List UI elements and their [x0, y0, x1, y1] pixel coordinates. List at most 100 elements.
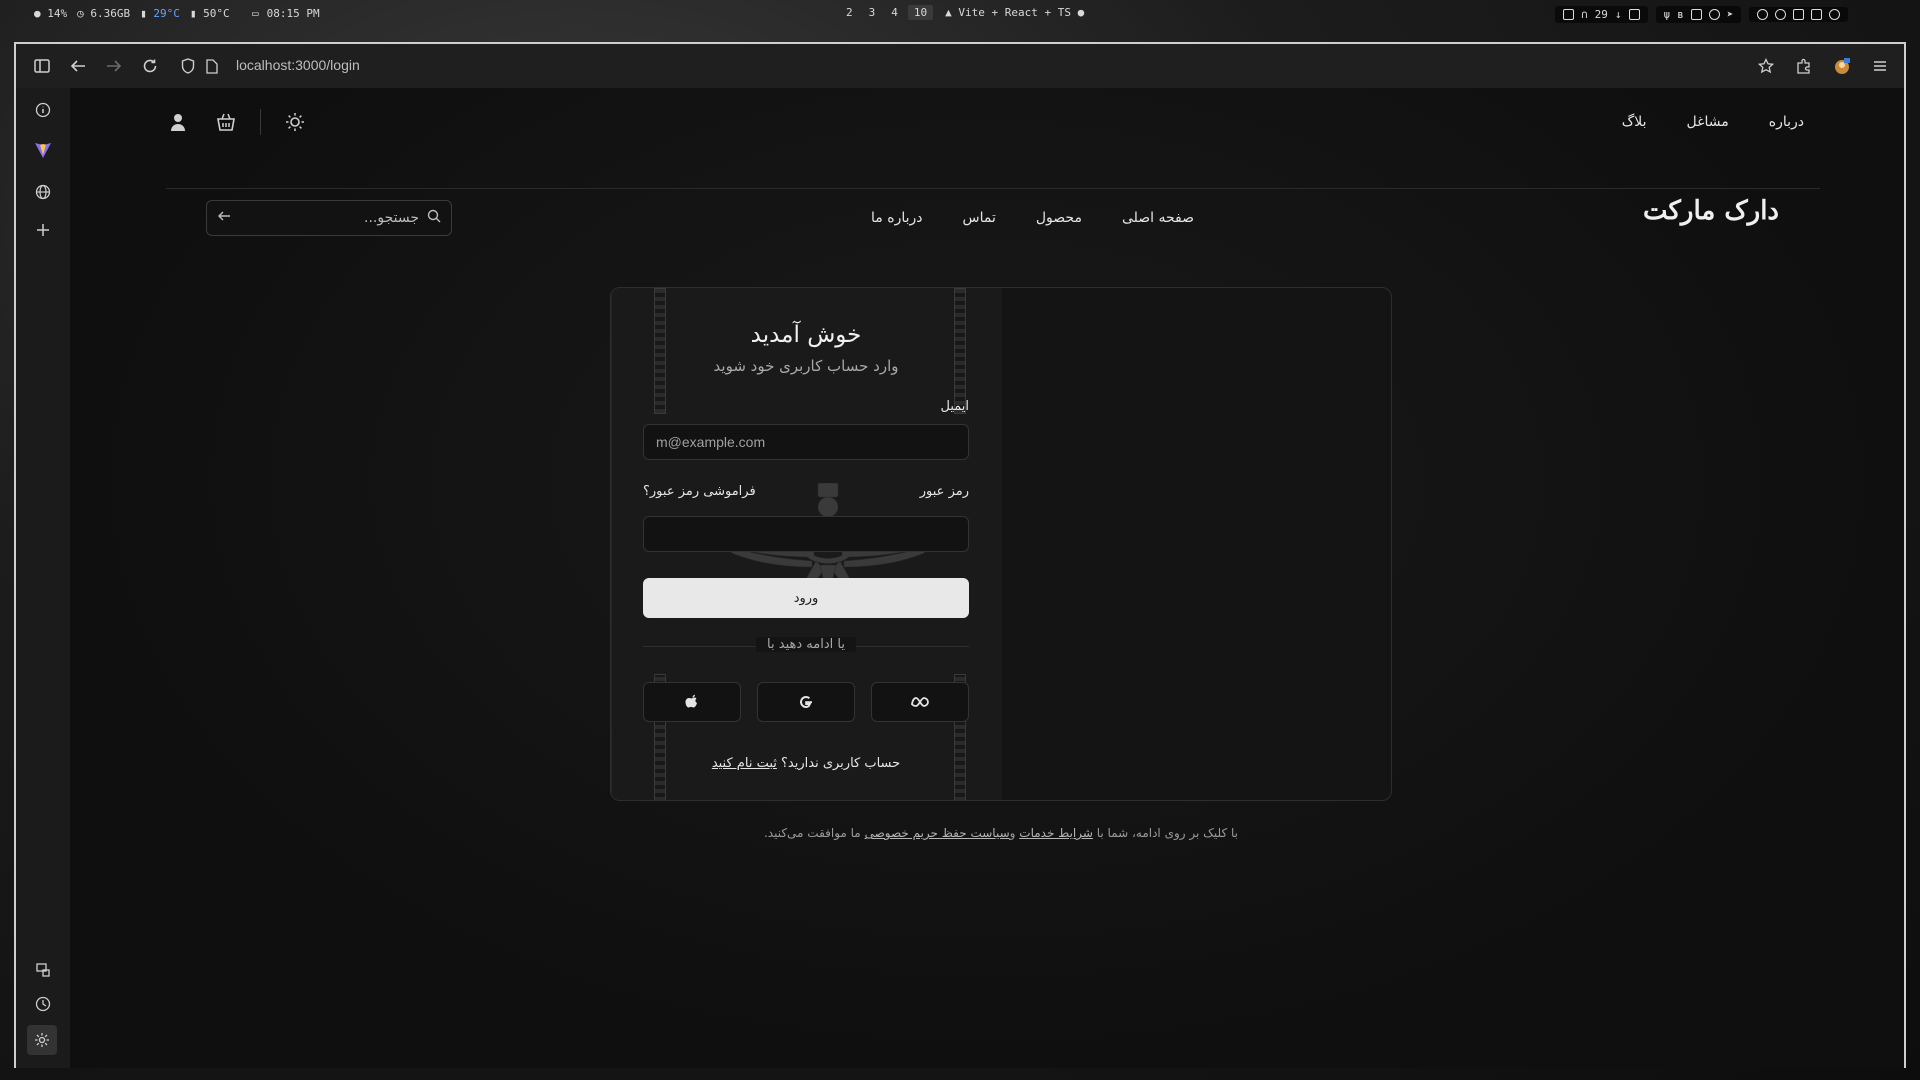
google-icon: [800, 696, 812, 709]
cart-basket-icon[interactable]: [212, 108, 240, 136]
signup-link[interactable]: ثبت نام کنید: [712, 756, 777, 771]
top-links: درباره مشاغل بلاگ: [1622, 114, 1804, 130]
tray-media: ∩ 29 ↓: [1555, 6, 1648, 23]
info-icon[interactable]: [31, 98, 55, 122]
meta-login-button[interactable]: [871, 682, 969, 722]
top-link-careers[interactable]: مشاغل: [1687, 114, 1729, 130]
login-card: خوش آمدید وارد حساب کاربری خود شوید ایمی…: [610, 287, 1392, 801]
shield-icon[interactable]: [176, 54, 200, 78]
search-icon: [427, 209, 441, 227]
settings-gear-icon[interactable]: [27, 1025, 57, 1055]
system-status-bar: ● 14% ◷ 6.36GB ▮ 29°C ▮ 50°C ▭ 08:15 PM …: [0, 0, 1920, 28]
workspace-switcher: 2 3 4 10 ▲ Vite + React + TS ●: [840, 5, 1084, 20]
apple-login-button[interactable]: [643, 682, 741, 722]
usb-icon[interactable]: ψ: [1664, 8, 1671, 21]
brand-logo[interactable]: دارک مارکت: [1643, 196, 1779, 226]
workspace-4[interactable]: 4: [885, 5, 904, 20]
power-icon[interactable]: [1829, 9, 1841, 20]
system-tray: ∩ 29 ↓ ψ ʙ ➤: [1555, 6, 1849, 23]
cpu-temp-value: 50°C: [203, 7, 230, 20]
workspace-3[interactable]: 3: [863, 5, 882, 20]
tray-apps: ψ ʙ ➤: [1655, 6, 1742, 23]
telegram-icon[interactable]: ➤: [1727, 8, 1734, 21]
login-form: خوش آمدید وارد حساب کاربری خود شوید ایمی…: [643, 288, 969, 800]
network-icon[interactable]: [1775, 9, 1787, 20]
user-icon[interactable]: [164, 108, 192, 136]
browser-window: localhost:3000/login درباره مشاغل بلاگ د…: [14, 42, 1906, 1068]
tray-system: [1749, 7, 1849, 22]
extension-avatar-icon[interactable]: [1830, 54, 1854, 78]
history-clock-icon[interactable]: [31, 992, 55, 1016]
terms-notice: با کلیک بر روی ادامه، شما با شرایط خدمات…: [610, 826, 1392, 840]
top-link-about[interactable]: درباره: [1769, 114, 1804, 130]
gpu-temp-value: 29°C: [153, 7, 180, 20]
header-divider: [166, 188, 1820, 189]
forward-arrow-icon[interactable]: [102, 54, 126, 78]
gpu-temp: ▮ 29°C: [140, 7, 180, 20]
system-stats: ● 14% ◷ 6.36GB ▮ 29°C ▮ 50°C: [34, 7, 230, 20]
header-separator: [260, 109, 261, 135]
clipboard-icon[interactable]: [1793, 9, 1805, 20]
reload-icon[interactable]: [138, 54, 162, 78]
memory-value: 6.36GB: [90, 7, 131, 20]
no-account-text: حساب کاربری ندارید؟: [781, 756, 901, 771]
nav-product[interactable]: محصول: [1036, 210, 1082, 226]
terms-of-service-link[interactable]: شرایط خدمات: [1019, 826, 1093, 840]
active-window-title: ▲ Vite + React + TS ●: [945, 6, 1085, 19]
nav-about-us[interactable]: درباره ما: [871, 210, 922, 226]
browser-toolbar: localhost:3000/login: [16, 44, 1904, 88]
page-icon: [200, 54, 224, 78]
login-button[interactable]: ورود: [643, 578, 969, 618]
window-title-text: Vite + React + TS: [958, 6, 1071, 19]
bluetooth-icon[interactable]: ʙ: [1677, 8, 1684, 21]
email-label: ایمیل: [940, 399, 969, 414]
screen-icon[interactable]: [1563, 9, 1574, 20]
vite-icon[interactable]: [31, 138, 55, 162]
extensions-puzzle-icon[interactable]: [1792, 54, 1816, 78]
or-divider-text: یا ادامه دهید با: [756, 637, 856, 652]
main-nav: صفحه اصلی محصول تماس درباره ما: [871, 210, 1194, 226]
sidebar-toggle-icon[interactable]: [30, 54, 54, 78]
clock: ▭ 08:15 PM: [252, 7, 320, 20]
workspace-10[interactable]: 10: [907, 5, 934, 20]
google-login-button[interactable]: [757, 682, 855, 722]
window-icon[interactable]: [1690, 9, 1702, 20]
cpu-temp: ▮ 50°C: [189, 7, 230, 20]
nav-contact[interactable]: تماس: [963, 210, 996, 226]
cloud-icon[interactable]: [1708, 9, 1720, 20]
calendar-icon: ▭: [252, 7, 259, 20]
keyboard-icon[interactable]: [1628, 9, 1640, 20]
cpu-value: 14%: [47, 7, 68, 20]
header-utilities: [164, 108, 309, 136]
memory-usage: ◷ 6.36GB: [77, 7, 131, 20]
search-submit-arrow-icon[interactable]: [217, 210, 231, 226]
search-input[interactable]: جستجو...: [206, 200, 452, 236]
address-bar[interactable]: localhost:3000/login: [236, 57, 360, 73]
menu-hamburger-icon[interactable]: [1868, 54, 1892, 78]
notification-icon[interactable]: [1757, 9, 1769, 20]
files-icon[interactable]: [1811, 9, 1823, 20]
mic-icon[interactable]: ↓: [1615, 8, 1622, 21]
add-icon[interactable]: [31, 218, 55, 242]
nav-home[interactable]: صفحه اصلی: [1122, 210, 1194, 226]
forgot-password-link[interactable]: فراموشی رمز عبور؟: [643, 484, 756, 499]
login-subtitle: وارد حساب کاربری خود شوید: [713, 357, 899, 375]
privacy-policy-link[interactable]: سیاست حفظ حریم خصوصی: [865, 826, 1010, 840]
terms-prefix: با کلیک بر روی ادامه، شما با: [1096, 826, 1239, 840]
email-field[interactable]: m@example.com: [643, 424, 969, 460]
back-arrow-icon[interactable]: [66, 54, 90, 78]
headphones-icon[interactable]: ∩: [1581, 8, 1588, 21]
terms-suffix: ما موافقت می‌کنید.: [763, 826, 861, 840]
browser-sidebar: [16, 88, 70, 1068]
login-page: درباره مشاغل بلاگ دارک مارکت صفحه اصلی م…: [70, 88, 1904, 1068]
terms-conjunction: و: [1009, 826, 1016, 840]
login-title: خوش آمدید: [750, 322, 862, 348]
password-field[interactable]: [643, 516, 969, 552]
meta-icon: [911, 697, 929, 707]
sync-devices-icon[interactable]: [31, 958, 55, 982]
theme-sun-icon[interactable]: [281, 108, 309, 136]
bookmark-star-icon[interactable]: [1754, 54, 1778, 78]
workspace-2[interactable]: 2: [840, 5, 859, 20]
top-link-blog[interactable]: بلاگ: [1622, 114, 1647, 130]
globe-icon[interactable]: [31, 180, 55, 204]
